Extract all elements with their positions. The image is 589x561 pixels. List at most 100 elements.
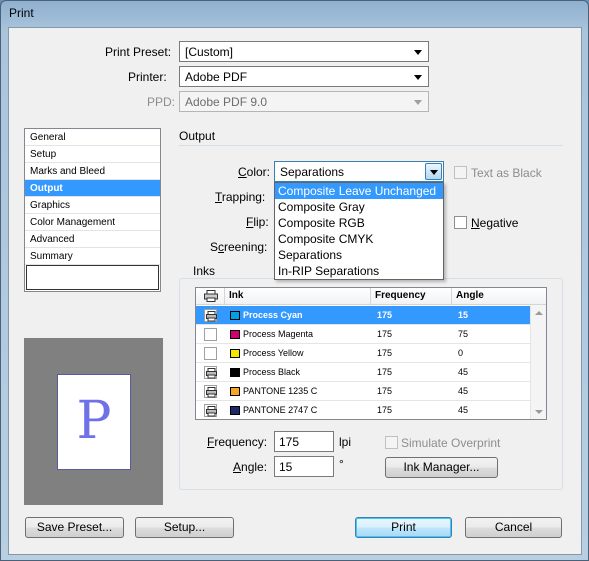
color-option[interactable]: Composite Leave Unchanged <box>275 183 443 199</box>
ink-swatch <box>230 406 240 415</box>
ink-name: PANTONE 2747 C <box>243 405 318 415</box>
ppd-select[interactable]: Adobe PDF 9.0 <box>179 91 429 112</box>
angle-input[interactable]: 15 <box>274 456 334 477</box>
sidebar-item-setup[interactable]: Setup <box>25 146 160 163</box>
chevron-down-icon <box>411 96 425 108</box>
color-select[interactable]: Separations <box>274 161 444 182</box>
table-row[interactable]: Process Magenta 175 75 <box>196 325 531 344</box>
table-row[interactable]: Process Yellow 175 0 <box>196 344 531 363</box>
ink-cell: Process Black <box>225 363 371 382</box>
ink-swatch <box>230 368 240 377</box>
inks-table-header: Ink Frequency Angle <box>196 288 546 305</box>
print-ink-toggle[interactable] <box>204 366 217 379</box>
section-title: Output <box>179 129 216 143</box>
angle-label: Angle: <box>233 460 268 474</box>
trapping-label: Trapping: <box>215 190 266 204</box>
print-ink-toggle[interactable] <box>204 328 217 341</box>
scroll-up-icon[interactable] <box>535 311 543 315</box>
frequency-value: 175 <box>279 435 300 449</box>
print-preset-select[interactable]: [Custom] <box>179 41 429 62</box>
chevron-down-icon <box>425 163 442 180</box>
frequency-cell: 175 <box>377 348 393 358</box>
sidebar-item-general[interactable]: General <box>25 129 160 146</box>
frequency-cell: 175 <box>377 310 393 320</box>
ppd-label: PPD: <box>147 95 176 109</box>
sidebar-item-summary[interactable]: Summary <box>25 248 160 265</box>
sidebar-empty-area <box>26 265 159 290</box>
print-ink-toggle[interactable] <box>204 309 217 322</box>
ink-swatch <box>230 330 240 339</box>
print-button[interactable]: Print <box>355 517 452 538</box>
frequency-cell: 175 <box>377 367 393 377</box>
frequency-input[interactable]: 175 <box>274 431 334 452</box>
flip-label: Flip: <box>246 215 269 229</box>
color-option[interactable]: Composite CMYK <box>275 231 443 247</box>
table-row[interactable]: PANTONE 1235 C 175 45 <box>196 382 531 401</box>
ink-cell: Process Magenta <box>225 325 371 344</box>
angle-unit: ° <box>339 457 344 471</box>
inks-scrollbar[interactable] <box>530 305 546 419</box>
ink-cell: PANTONE 1235 C <box>225 382 371 401</box>
print-ink-toggle[interactable] <box>204 347 217 360</box>
color-option[interactable]: In-RIP Separations <box>275 263 443 279</box>
ink-name: Process Cyan <box>243 310 303 320</box>
frequency-cell: 175 <box>377 329 393 339</box>
angle-cell: 45 <box>458 386 469 396</box>
ink-cell: Process Cyan <box>225 306 371 325</box>
ink-manager-button[interactable]: Ink Manager... <box>385 457 498 478</box>
table-row[interactable]: Process Black 175 45 <box>196 363 531 382</box>
sidebar-item-graphics[interactable]: Graphics <box>25 197 160 214</box>
printer-icon <box>206 311 217 322</box>
ink-swatch <box>230 387 240 396</box>
title-bar[interactable]: Print <box>1 1 588 25</box>
angle-column-header[interactable]: Angle <box>452 288 546 305</box>
printer-value: Adobe PDF <box>185 70 248 84</box>
sidebar-item-color-management[interactable]: Color Management <box>25 214 160 231</box>
scroll-down-icon[interactable] <box>535 410 543 414</box>
ink-name: Process Black <box>243 367 301 377</box>
color-option[interactable]: Separations <box>275 247 443 263</box>
simulate-overprint-checkbox[interactable] <box>385 436 398 449</box>
preview-letter: P <box>76 391 112 451</box>
print-ink-toggle[interactable] <box>204 404 217 417</box>
color-dropdown-list: Composite Leave Unchanged Composite Gray C… <box>274 182 444 280</box>
ink-column-header[interactable]: Ink <box>225 288 371 305</box>
table-row[interactable]: PANTONE 2747 C 175 45 <box>196 401 531 419</box>
preview-page: P <box>57 374 131 470</box>
page-preview: P <box>24 338 163 505</box>
ink-name: PANTONE 1235 C <box>243 386 318 396</box>
angle-cell: 75 <box>458 329 469 339</box>
ink-swatch <box>230 349 240 358</box>
table-row[interactable]: Process Cyan 175 15 <box>196 306 531 325</box>
category-list: General Setup Marks and Bleed Output Gra… <box>24 128 161 292</box>
printer-icon <box>206 406 217 417</box>
negative-checkbox[interactable] <box>454 216 467 229</box>
ppd-value: Adobe PDF 9.0 <box>185 95 268 109</box>
color-option[interactable]: Composite Gray <box>275 199 443 215</box>
ink-cell: PANTONE 2747 C <box>225 401 371 419</box>
color-option[interactable]: Composite RGB <box>275 215 443 231</box>
chevron-down-icon <box>411 71 425 83</box>
sidebar-item-advanced[interactable]: Advanced <box>25 231 160 248</box>
frequency-column-header[interactable]: Frequency <box>371 288 452 305</box>
setup-button[interactable]: Setup... <box>135 517 234 538</box>
color-label: Color: <box>238 165 271 179</box>
printer-select[interactable]: Adobe PDF <box>179 66 429 87</box>
print-preset-label: Print Preset: <box>105 45 172 59</box>
frequency-cell: 175 <box>377 405 393 415</box>
section-divider <box>179 145 563 146</box>
angle-value: 15 <box>279 460 293 474</box>
color-label-rest: olor: <box>246 165 271 179</box>
inks-group-title: Inks <box>190 264 219 278</box>
sidebar-item-marks-and-bleed[interactable]: Marks and Bleed <box>25 163 160 180</box>
sidebar-item-output[interactable]: Output <box>25 180 160 197</box>
save-preset-button[interactable]: Save Preset... <box>25 517 124 538</box>
printer-icon <box>204 290 218 302</box>
angle-cell: 0 <box>458 348 464 358</box>
text-as-black-checkbox[interactable] <box>454 166 467 179</box>
cancel-button[interactable]: Cancel <box>465 517 562 538</box>
print-preset-value: [Custom] <box>185 45 234 59</box>
print-ink-toggle[interactable] <box>204 385 217 398</box>
print-column-header[interactable] <box>196 288 225 305</box>
ink-name: Process Yellow <box>243 348 304 358</box>
